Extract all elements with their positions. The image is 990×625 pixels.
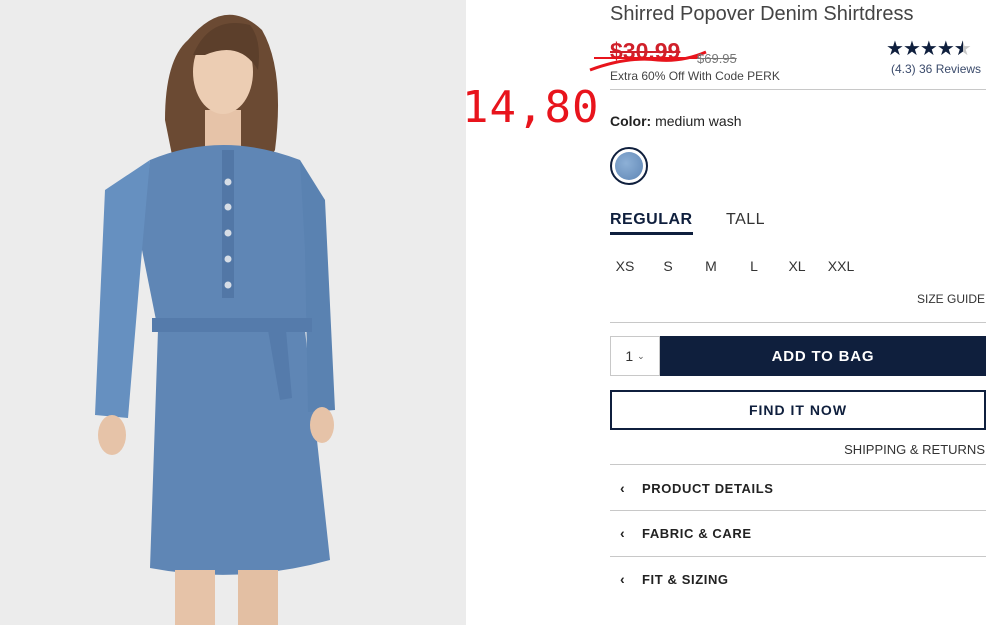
rating-stars[interactable]: ★★★★★ ★ bbox=[886, 38, 972, 60]
find-it-now-button[interactable]: FIND IT NOW bbox=[610, 390, 986, 430]
size-option-xs[interactable]: XS bbox=[610, 258, 640, 274]
reviews-link[interactable]: (4.3) 36 Reviews bbox=[891, 62, 981, 76]
star-icon: ★ bbox=[919, 38, 938, 60]
chevron-left-icon: ‹ bbox=[620, 480, 626, 496]
accordion-label: PRODUCT DETAILS bbox=[642, 480, 774, 496]
color-value: medium wash bbox=[655, 113, 742, 129]
overlay-price-annotation: 14,80 bbox=[462, 82, 600, 133]
star-icon: ★ bbox=[902, 38, 921, 60]
accordion-label: FIT & SIZING bbox=[642, 571, 729, 587]
accordion-label: FABRIC & CARE bbox=[642, 525, 752, 541]
chevron-left-icon: ‹ bbox=[620, 525, 626, 541]
tab-regular[interactable]: REGULAR bbox=[610, 211, 693, 235]
swatch-fill bbox=[615, 152, 643, 180]
quantity-select[interactable]: 1 ⌄ bbox=[610, 336, 660, 376]
accordion-product-details[interactable]: ‹ PRODUCT DETAILS bbox=[610, 466, 986, 510]
size-guide-link[interactable]: SIZE GUIDE bbox=[917, 292, 985, 306]
divider bbox=[610, 89, 986, 90]
color-label: Color: medium wash bbox=[610, 113, 741, 129]
product-title: Shirred Popover Denim Shirtdress bbox=[610, 3, 914, 25]
chevron-left-icon: ‹ bbox=[620, 571, 626, 587]
size-option-xxl[interactable]: XXL bbox=[826, 258, 856, 274]
accordion-fit-sizing[interactable]: ‹ FIT & SIZING bbox=[610, 557, 986, 601]
color-label-key: Color: bbox=[610, 113, 652, 129]
size-option-m[interactable]: M bbox=[696, 258, 726, 274]
color-swatch-medium-wash[interactable] bbox=[610, 147, 648, 185]
model-illustration bbox=[0, 0, 466, 625]
star-icon: ★ bbox=[886, 38, 904, 60]
product-image[interactable] bbox=[0, 0, 466, 625]
star-half-icon: ★ ★ bbox=[953, 38, 972, 60]
sale-price: $30.99 bbox=[610, 38, 681, 64]
divider bbox=[610, 322, 986, 323]
size-option-l[interactable]: L bbox=[739, 258, 769, 274]
tab-tall[interactable]: TALL bbox=[726, 211, 765, 229]
size-option-s[interactable]: S bbox=[653, 258, 683, 274]
promo-text: Extra 60% Off With Code PERK bbox=[610, 69, 780, 83]
star-icon: ★ bbox=[936, 38, 955, 60]
chevron-down-icon: ⌄ bbox=[637, 350, 645, 361]
accordion-fabric-care[interactable]: ‹ FABRIC & CARE bbox=[610, 511, 986, 555]
shipping-returns-link[interactable]: SHIPPING & RETURNS bbox=[844, 442, 985, 457]
quantity-value: 1 bbox=[625, 348, 634, 364]
original-price: $69.95 bbox=[697, 51, 737, 66]
add-to-bag-button[interactable]: ADD TO BAG bbox=[660, 336, 986, 376]
size-option-xl[interactable]: XL bbox=[782, 258, 812, 274]
divider bbox=[610, 464, 986, 465]
